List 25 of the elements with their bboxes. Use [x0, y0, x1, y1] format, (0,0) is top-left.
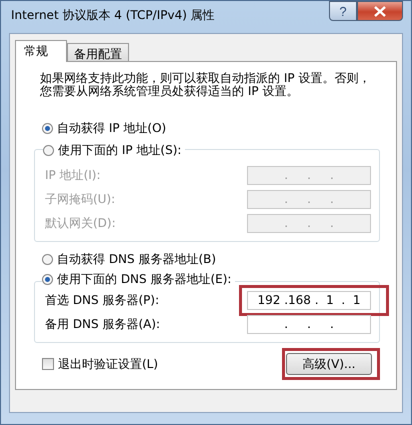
- field-label: 首选 DNS 服务器(P):: [45, 292, 160, 308]
- radio-button[interactable]: [42, 123, 53, 134]
- window-title: Internet 协议版本 4 (TCP/IPv4) 属性: [11, 7, 215, 24]
- field-label: 默认网关(D):: [45, 214, 116, 232]
- radio-label: 使用下面的 DNS 服务器地址(E):: [57, 271, 232, 288]
- field-label: 备用 DNS 服务器(A):: [45, 316, 160, 332]
- tab[interactable]: 常规: [15, 40, 67, 62]
- ip-address-field[interactable]: . . .: [247, 314, 371, 334]
- close-button[interactable]: [357, 1, 403, 21]
- ip-address-field[interactable]: 192 .168 . 1 . 1: [247, 290, 371, 310]
- radio-label: 自动获得 DNS 服务器地址(B): [57, 251, 216, 268]
- description-text: 如果网络支持此功能，则可以获取自动指派的 IP 设置。否则， 您需要从网络系统管理员处获得适当的 IP 设置。: [40, 72, 372, 98]
- radio-label: 自动获得 IP 地址(O): [57, 120, 166, 137]
- checkbox[interactable]: [42, 358, 54, 370]
- radio-button[interactable]: [42, 274, 53, 285]
- radio-button[interactable]: [43, 145, 54, 156]
- radio-label: 使用下面的 IP 地址(S):: [58, 142, 182, 159]
- field-label: 子网掩码(U):: [45, 190, 116, 208]
- field-label: IP 地址(I):: [45, 166, 101, 184]
- advanced-button[interactable]: 高级(V)...: [286, 353, 372, 375]
- checkbox-label: 退出时验证设置(L): [58, 356, 158, 372]
- close-icon: [374, 6, 386, 16]
- radio-button[interactable]: [42, 254, 53, 265]
- help-button[interactable]: ?: [329, 1, 357, 21]
- tab[interactable]: 备用配置: [67, 43, 129, 61]
